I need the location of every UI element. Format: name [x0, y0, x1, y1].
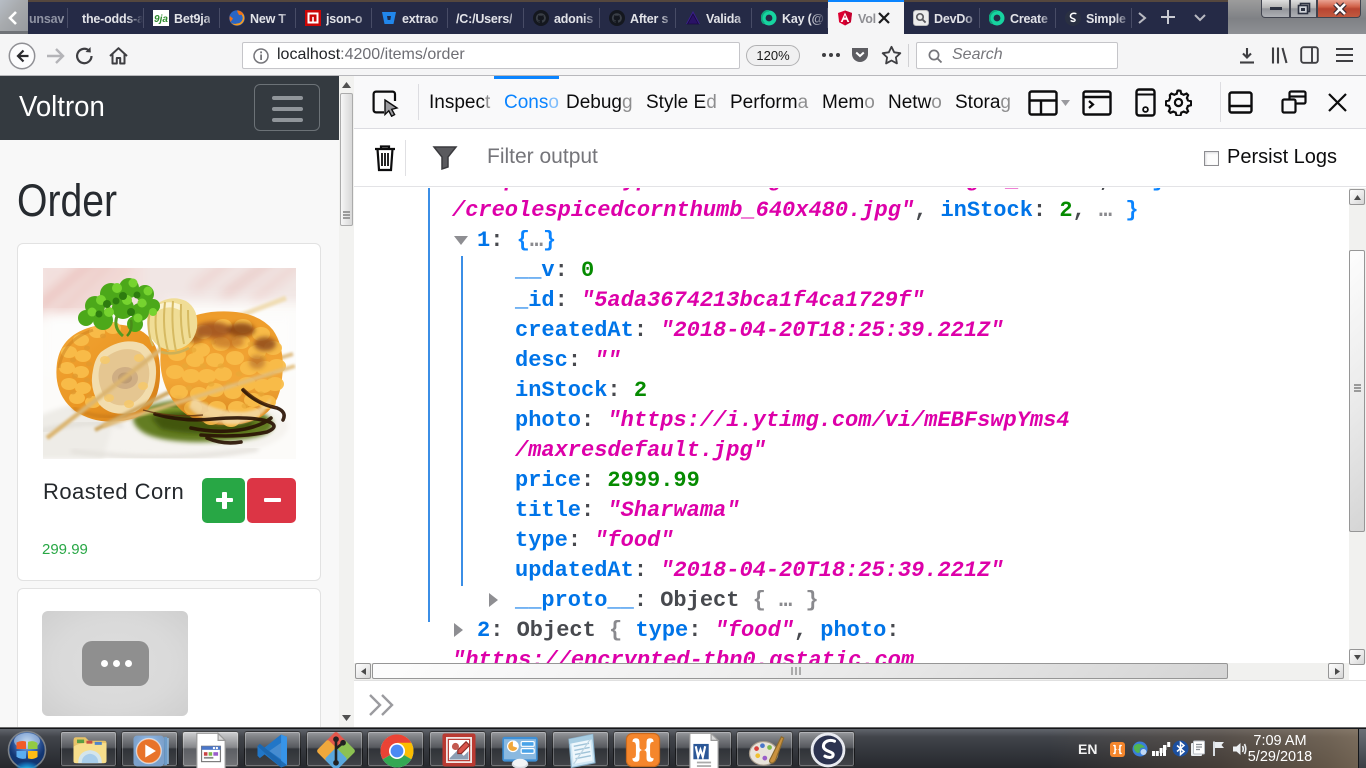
svg-text:9ja: 9ja [154, 14, 168, 25]
